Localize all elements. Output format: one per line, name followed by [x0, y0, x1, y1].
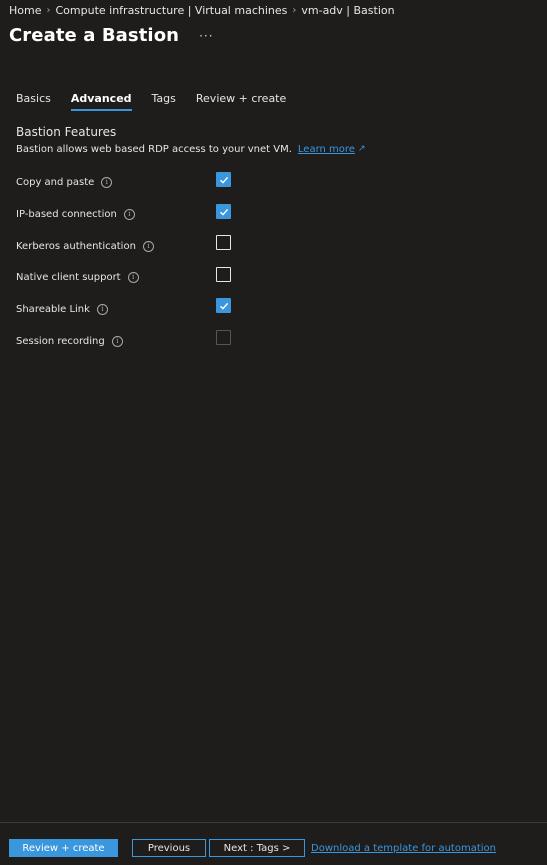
feature-label: Copy and paste	[16, 176, 95, 188]
feature-row-shareable-link: Shareable Link i	[16, 300, 108, 318]
info-icon[interactable]: i	[101, 176, 113, 188]
breadcrumb-compute-infrastructure[interactable]: Compute infrastructure | Virtual machine…	[55, 4, 287, 17]
download-template-link[interactable]: Download a template for automation	[311, 843, 496, 854]
next-tags-button[interactable]: Next : Tags >	[209, 839, 305, 857]
learn-more-link[interactable]: Learn more	[298, 144, 355, 155]
native-client-support-checkbox[interactable]	[216, 267, 231, 282]
tab-bar: Basics Advanced Tags Review + create	[16, 92, 306, 111]
feature-row-kerberos: Kerberos authentication i	[16, 237, 154, 255]
info-icon[interactable]: i	[142, 240, 154, 252]
feature-row-ip-based-connection: IP-based connection i	[16, 205, 135, 223]
feature-row-copy-paste: Copy and paste i	[16, 173, 113, 191]
breadcrumb-home[interactable]: Home	[9, 4, 41, 17]
feature-label: Session recording	[16, 335, 105, 347]
feature-label: IP-based connection	[16, 208, 117, 220]
chevron-right-icon: ›	[46, 4, 51, 16]
feature-label: Shareable Link	[16, 303, 90, 315]
feature-row-native-client: Native client support i	[16, 268, 139, 286]
info-icon[interactable]: i	[123, 208, 135, 220]
section-title: Bastion Features	[16, 125, 117, 139]
copy-paste-checkbox[interactable]	[216, 172, 231, 187]
chevron-right-icon: ›	[292, 4, 297, 16]
checkmark-icon	[219, 302, 228, 310]
page-title: Create a Bastion	[9, 25, 180, 46]
more-options-icon[interactable]: ···	[199, 29, 213, 43]
tab-basics[interactable]: Basics	[16, 92, 51, 111]
tab-review-create[interactable]: Review + create	[196, 92, 286, 111]
section-description-text: Bastion allows web based RDP access to y…	[16, 144, 292, 155]
info-icon[interactable]: i	[111, 335, 123, 347]
info-icon[interactable]: i	[96, 303, 108, 315]
breadcrumb-vm-bastion[interactable]: vm-adv | Bastion	[301, 4, 394, 17]
tab-advanced[interactable]: Advanced	[70, 92, 132, 111]
kerberos-authentication-checkbox[interactable]	[216, 235, 231, 250]
footer-bar: Review + create Previous Next : Tags > D…	[0, 822, 547, 865]
info-icon[interactable]: i	[127, 271, 139, 283]
ip-based-connection-checkbox[interactable]	[216, 204, 231, 219]
shareable-link-checkbox[interactable]	[216, 298, 231, 313]
tab-tags[interactable]: Tags	[152, 92, 176, 111]
feature-label: Kerberos authentication	[16, 240, 136, 252]
feature-row-session-recording: Session recording i	[16, 332, 123, 350]
checkmark-icon	[219, 208, 228, 216]
external-link-icon: ↗	[357, 144, 366, 154]
feature-label: Native client support	[16, 271, 121, 283]
review-create-button[interactable]: Review + create	[9, 839, 118, 857]
title-row: Create a Bastion ···	[9, 25, 214, 46]
create-bastion-page: Home › Compute infrastructure | Virtual …	[0, 0, 547, 865]
breadcrumb: Home › Compute infrastructure | Virtual …	[9, 2, 395, 18]
session-recording-checkbox	[216, 330, 231, 345]
section-description: Bastion allows web based RDP access to y…	[16, 144, 365, 155]
previous-button[interactable]: Previous	[132, 839, 206, 857]
checkmark-icon	[219, 176, 228, 184]
